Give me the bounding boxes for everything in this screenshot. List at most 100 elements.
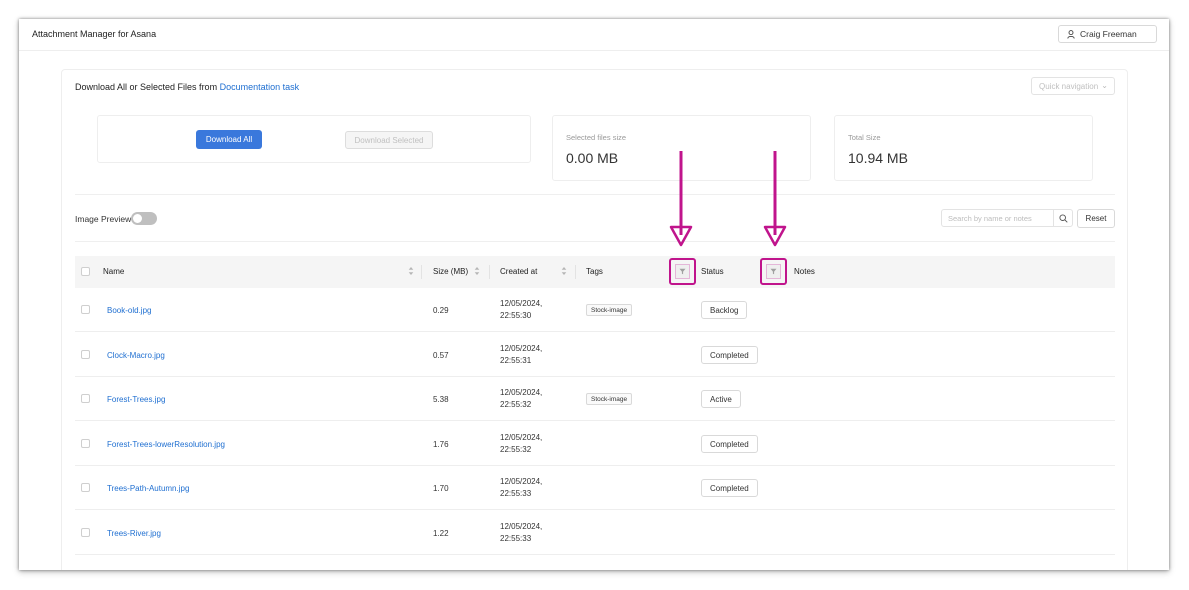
file-name-link[interactable]: Clock-Macro.jpg <box>107 351 165 360</box>
search-placeholder: Search by name or notes <box>948 213 1032 223</box>
column-header-name[interactable]: Name <box>103 267 124 276</box>
quick-navigation-select[interactable]: Quick navigation ⌄ <box>1031 77 1115 95</box>
created-date: 12/05/2024, <box>500 432 543 442</box>
table-row[interactable]: Forest-Trees.jpg 5.38 12/05/2024, 22:55:32 S… <box>75 377 1115 421</box>
total-size-label: Total Size <box>848 133 881 142</box>
created-date: 12/05/2024, <box>500 477 543 486</box>
row-checkbox[interactable] <box>81 349 90 359</box>
image-preview-toggle[interactable] <box>131 212 157 225</box>
file-size: 1.22 <box>433 528 449 538</box>
user-icon <box>1067 29 1075 39</box>
search-button[interactable] <box>1053 209 1073 227</box>
selected-size-value: 0.00 MB <box>566 150 619 166</box>
created-at: 12/05/2024, 22:55:30 <box>500 298 542 322</box>
created-time: 22:55:33 <box>500 489 532 498</box>
created-date: 12/05/2024, <box>500 521 543 531</box>
created-at: 12/05/2024, 22:55:32 <box>500 432 542 456</box>
filter-button-frame <box>766 264 781 279</box>
file-size: 0.29 <box>433 306 449 315</box>
filter-icon <box>770 268 777 275</box>
image-preview-label: Image Preview <box>75 214 132 224</box>
row-checkbox[interactable] <box>81 394 90 403</box>
column-header-created[interactable]: Created at <box>500 267 537 276</box>
status-filter-button[interactable] <box>760 258 787 285</box>
divider <box>75 241 1115 242</box>
filter-button-frame <box>675 264 690 279</box>
table-header: Name Size (MB) Created at Tags Status No… <box>75 256 1115 288</box>
status-badge[interactable]: Active <box>701 390 741 408</box>
tag-badge: Stock-image <box>586 393 633 405</box>
select-all-checkbox[interactable] <box>81 267 90 276</box>
file-name-link[interactable]: Forest-Trees.jpg <box>107 395 165 404</box>
column-header-status[interactable]: Status <box>701 267 724 276</box>
user-menu-button[interactable]: Craig Freeman ··· <box>1058 25 1157 43</box>
file-name-link[interactable]: Book-old.jpg <box>107 306 151 315</box>
total-size-value: 10.94 MB <box>848 150 908 166</box>
user-name: Craig Freeman <box>1080 29 1137 39</box>
table-row[interactable]: Trees-River.jpg 1.22 12/05/2024, 22:55:33 <box>75 511 1115 555</box>
table-row[interactable]: Trees-Path-Autumn.jpg 1.70 12/05/2024, 22:5… <box>75 466 1115 510</box>
quick-navigation-placeholder: Quick navigation <box>1039 81 1099 91</box>
card-heading: Download All or Selected Files from Docu… <box>75 82 299 92</box>
created-time: 22:55:32 <box>500 444 532 454</box>
column-separator <box>489 265 490 279</box>
download-actions-panel: Download All Download Selected <box>97 115 531 163</box>
column-header-tags[interactable]: Tags <box>586 267 603 276</box>
total-size-card: Total Size 10.94 MB <box>834 115 1093 181</box>
file-name-link[interactable]: Trees-Path-Autumn.jpg <box>107 484 189 493</box>
status-badge[interactable]: Backlog <box>701 301 748 319</box>
created-time: 22:55:31 <box>500 355 532 365</box>
status-badge[interactable]: Completed <box>701 479 758 497</box>
status-badge[interactable]: Completed <box>701 345 758 364</box>
file-size: 0.57 <box>433 350 449 360</box>
row-checkbox[interactable] <box>81 438 90 448</box>
table-row[interactable]: Book-old.jpg 0.29 12/05/2024, 22:55:30 Stock… <box>75 288 1115 332</box>
sort-icon[interactable] <box>474 266 480 276</box>
created-date: 12/05/2024, <box>500 343 543 353</box>
down-arrow-icon <box>669 151 693 247</box>
divider <box>75 194 1115 195</box>
down-arrow-icon <box>763 151 787 247</box>
sort-icon[interactable] <box>408 266 414 276</box>
column-separator <box>421 265 422 279</box>
column-separator <box>575 265 576 279</box>
created-at: 12/05/2024, 22:55:33 <box>500 476 542 500</box>
status-badge[interactable]: Completed <box>701 434 758 453</box>
file-size: 5.38 <box>433 395 449 404</box>
row-checkbox[interactable] <box>81 527 90 537</box>
table-row[interactable]: Forest-Trees-lowerResolution.jpg 1.76 12/0… <box>75 422 1115 466</box>
filter-icon <box>679 268 686 275</box>
file-size: 1.76 <box>433 439 449 449</box>
row-checkbox[interactable] <box>81 305 90 314</box>
created-time: 22:55:32 <box>500 400 532 409</box>
row-checkbox[interactable] <box>81 483 90 492</box>
search-icon <box>1058 213 1068 223</box>
column-header-size[interactable]: Size (MB) <box>433 267 468 276</box>
task-link[interactable]: Documentation task <box>220 82 300 92</box>
sort-icon[interactable] <box>561 266 567 276</box>
column-header-notes[interactable]: Notes <box>794 267 815 276</box>
created-date: 12/05/2024, <box>500 388 543 397</box>
file-size: 1.70 <box>433 484 449 493</box>
search-input[interactable]: Search by name or notes <box>941 209 1054 227</box>
toggle-knob <box>133 214 142 223</box>
file-name-link[interactable]: Trees-River.jpg <box>107 529 161 538</box>
reset-button[interactable]: Reset <box>1077 209 1115 228</box>
app-window: Attachment Manager for Asana Craig Freem… <box>19 19 1169 570</box>
download-card: Download All or Selected Files from Docu… <box>61 69 1128 570</box>
created-at: 12/05/2024, 22:55:31 <box>500 343 542 367</box>
chevron-down-icon: ⌄ <box>1101 81 1108 90</box>
download-selected-button[interactable]: Download Selected <box>345 131 433 149</box>
heading-prefix: Download All or Selected Files from <box>75 82 218 92</box>
app-title: Attachment Manager for Asana <box>32 29 157 39</box>
created-at: 12/05/2024, 22:55:33 <box>500 521 542 545</box>
table-row[interactable]: Clock-Macro.jpg 0.57 12/05/2024, 22:55:31 Co… <box>75 333 1115 377</box>
created-date: 12/05/2024, <box>500 299 543 308</box>
selected-size-label: Selected files size <box>566 133 627 142</box>
created-time: 22:55:33 <box>500 533 532 543</box>
top-bar: Attachment Manager for Asana Craig Freem… <box>19 19 1169 51</box>
file-name-link[interactable]: Forest-Trees-lowerResolution.jpg <box>107 440 225 449</box>
tag-badge: Stock-image <box>586 304 633 316</box>
tags-filter-button[interactable] <box>669 258 696 285</box>
download-all-button[interactable]: Download All <box>196 130 262 149</box>
